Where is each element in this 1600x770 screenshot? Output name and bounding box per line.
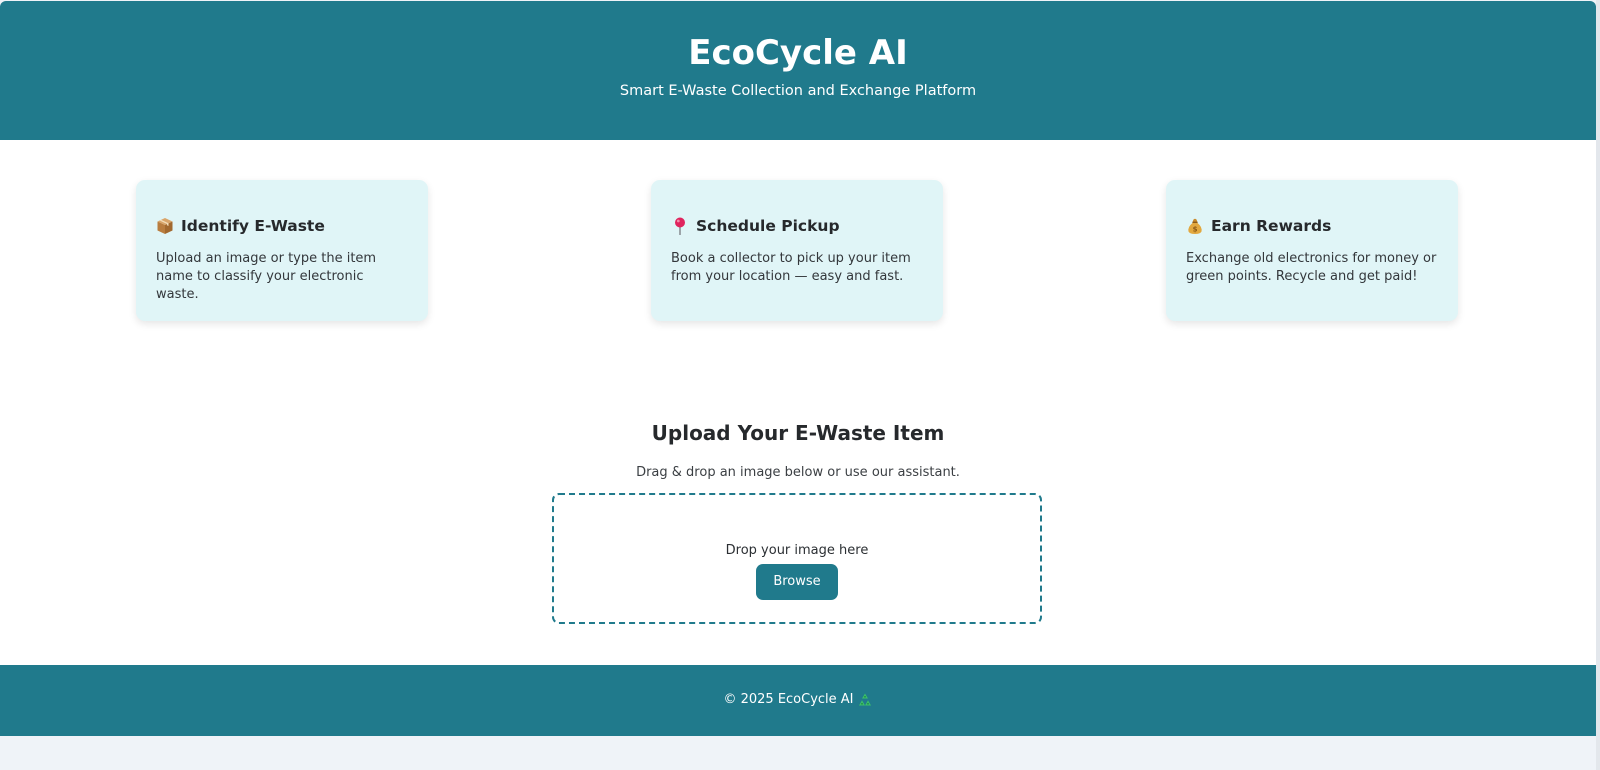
scrollbar-track[interactable]: [1596, 0, 1600, 770]
image-dropzone[interactable]: Drop your image here Browse: [552, 493, 1042, 624]
browse-button[interactable]: Browse: [756, 564, 838, 600]
site-footer: © 2025 EcoCycle AI: [0, 665, 1596, 736]
footer-copyright: © 2025 EcoCycle AI: [723, 692, 854, 707]
footer-content: © 2025 EcoCycle AI: [723, 691, 872, 709]
feature-card-title: Identify E-Waste: [156, 216, 408, 236]
main-content: Identify E-Waste Upload an image or type…: [0, 140, 1596, 665]
site-header: EcoCycle AI Smart E-Waste Collection and…: [0, 1, 1596, 140]
feature-card-schedule: Schedule Pickup Book a collector to pick…: [651, 180, 943, 321]
feature-card-title-text: Earn Rewards: [1211, 217, 1332, 235]
dropzone-label: Drop your image here: [725, 543, 869, 558]
feature-card-identify: Identify E-Waste Upload an image or type…: [136, 180, 428, 321]
upload-section-title: Upload Your E-Waste Item: [651, 421, 945, 445]
feature-card-title-text: Schedule Pickup: [696, 217, 840, 235]
svg-text:$: $: [1193, 226, 1198, 234]
site-title: EcoCycle AI: [688, 33, 908, 73]
feature-card-title: Schedule Pickup: [671, 216, 923, 236]
feature-card-title-text: Identify E-Waste: [181, 217, 325, 235]
package-icon: [156, 217, 174, 235]
recycle-icon: [857, 692, 873, 708]
pushpin-icon: [671, 217, 689, 236]
money-bag-icon: $: [1186, 217, 1204, 235]
upload-section-subtitle: Drag & drop an image below or use our as…: [636, 465, 960, 480]
feature-card-description: Exchange old electronics for money or gr…: [1186, 251, 1437, 284]
page: EcoCycle AI Smart E-Waste Collection and…: [0, 0, 1600, 770]
site-subtitle: Smart E-Waste Collection and Exchange Pl…: [619, 83, 977, 99]
feature-card-description: Book a collector to pick up your item fr…: [671, 251, 911, 284]
feature-card-rewards: $ Earn Rewards Exchange old electronics …: [1166, 180, 1458, 321]
feature-card-title: $ Earn Rewards: [1186, 216, 1438, 236]
feature-card-description: Upload an image or type the item name to…: [156, 251, 377, 302]
